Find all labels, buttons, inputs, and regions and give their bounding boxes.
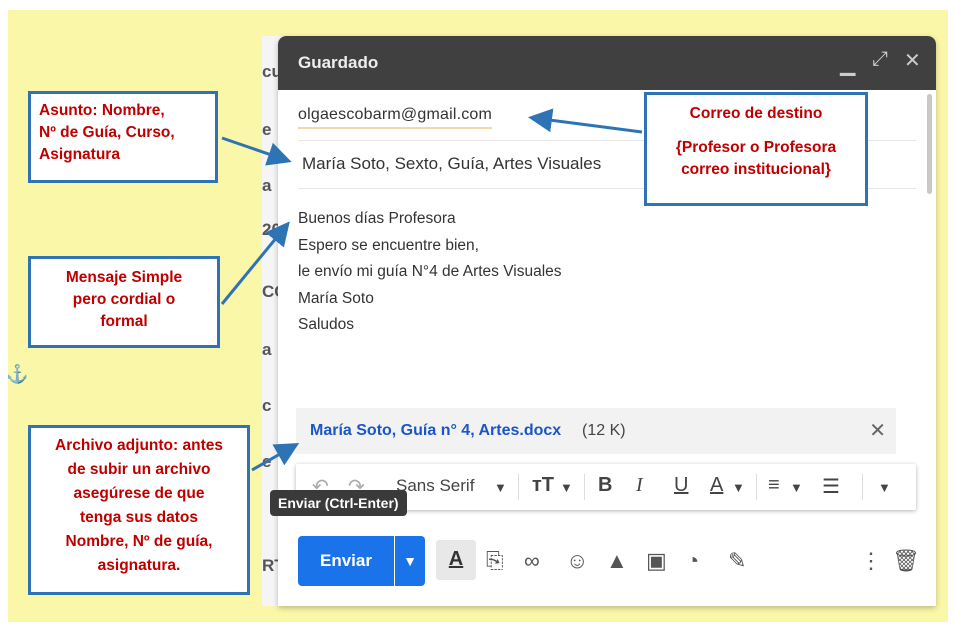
- message-arrow: [220, 221, 290, 305]
- annotation-line: Mensaje Simple: [65, 269, 183, 286]
- annotation-line: asegúrese de que: [73, 485, 205, 502]
- annotation-line: tenga sus datos: [80, 509, 198, 526]
- subject-arrow: [221, 136, 292, 166]
- annotation-line: formal: [100, 313, 148, 330]
- annotation-line: Nombre, Nº de guía,: [65, 533, 213, 550]
- annotation-line: pero cordial o: [72, 291, 176, 308]
- annotation-destination: Correo de destino {Profesor o Profesora …: [644, 92, 868, 206]
- annotation-line: Asunto: Nombre,: [39, 102, 165, 119]
- annotation-line: asignatura.: [97, 557, 181, 574]
- annotation-line: de subir un archivo: [67, 461, 211, 478]
- annotation-line: {Profesor o Profesora: [675, 139, 837, 156]
- annotation-attachment: Archivo adjunto: antes de subir un archi…: [28, 425, 250, 595]
- annotation-subject: Asunto: Nombre, Nº de Guía, Curso, Asign…: [28, 91, 218, 183]
- destination-arrow: [528, 108, 643, 134]
- annotation-message: Mensaje Simple pero cordial o formal: [28, 256, 220, 348]
- attachment-arrow: [251, 443, 300, 472]
- annotation-title: Correo de destino: [689, 105, 823, 122]
- annotation-line: Nº de Guía, Curso,: [39, 124, 175, 141]
- annotation-line: Asignatura: [39, 146, 120, 163]
- annotation-line: correo institucional}: [681, 161, 831, 178]
- annotation-line: Archivo adjunto: antes: [55, 437, 223, 454]
